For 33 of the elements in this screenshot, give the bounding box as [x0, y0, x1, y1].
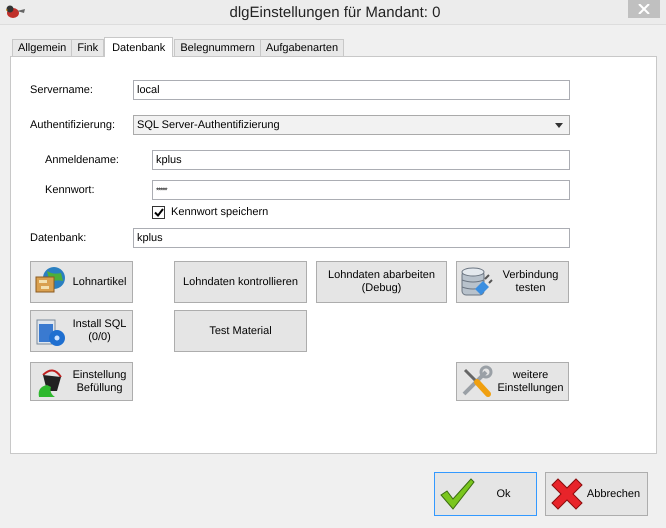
- action-button[interactable]: Verbindung testen: [456, 261, 569, 303]
- action-button[interactable]: Test Material: [174, 310, 307, 352]
- dialog-button[interactable]: Ok: [434, 472, 537, 516]
- checkbox[interactable]: [152, 206, 165, 218]
- input-field[interactable]: *****: [152, 180, 570, 200]
- dialog-button[interactable]: Abbrechen: [545, 472, 648, 516]
- input-field[interactable]: kplus: [133, 228, 570, 248]
- checkbox-label: Kennwort speichern: [171, 206, 268, 218]
- input-field[interactable]: local: [133, 80, 570, 100]
- action-button[interactable]: Lohndaten abarbeiten (Debug): [316, 261, 447, 303]
- action-button[interactable]: Lohndaten kontrollieren: [174, 261, 307, 303]
- action-button[interactable]: Install SQL (0/0): [30, 310, 133, 352]
- action-button[interactable]: weitere Einstellungen: [456, 362, 569, 401]
- tab[interactable]: Fink: [71, 39, 104, 56]
- field-label: Anmeldename:: [45, 154, 120, 166]
- tab[interactable]: Aufgabenarten: [260, 39, 344, 56]
- field-label: Authentifizierung:: [30, 119, 116, 131]
- window-title: dlgEinstellungen für Mandant: 0: [228, 4, 442, 20]
- field-label: Servername:: [30, 84, 94, 96]
- dropdown[interactable]: SQL Server-Authentifizierung: [133, 115, 570, 135]
- tab[interactable]: Datenbank: [104, 37, 174, 57]
- action-button[interactable]: Einstellung Befüllung: [30, 362, 133, 401]
- input-field[interactable]: kplus: [152, 150, 570, 170]
- cross-icon: [550, 478, 584, 510]
- bird-icon: [4, 4, 26, 20]
- tab[interactable]: Belegnummern: [174, 39, 261, 56]
- caret-icon: [555, 122, 563, 128]
- field-label: Datenbank:: [30, 232, 88, 244]
- action-button[interactable]: Lohnartikel: [30, 261, 133, 303]
- close-icon: [638, 4, 650, 14]
- checkmark-icon: [439, 478, 475, 510]
- tab[interactable]: Allgemein: [12, 39, 72, 56]
- field-label: Kennwort:: [45, 184, 96, 196]
